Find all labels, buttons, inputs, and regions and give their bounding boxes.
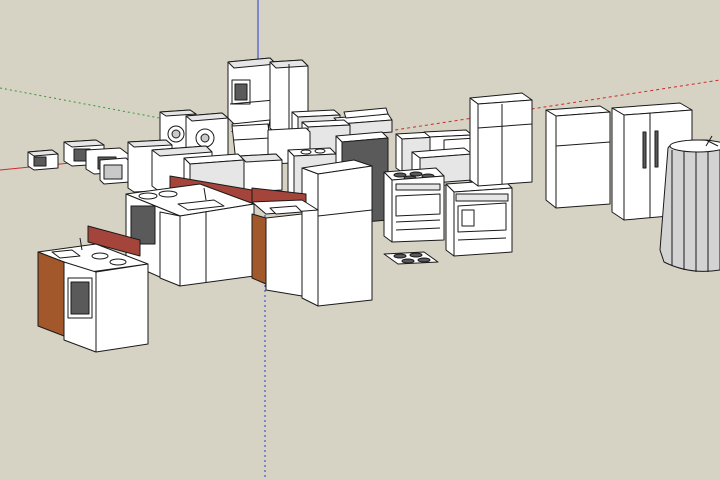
cylinder-refrigerator[interactable]: [659, 135, 720, 272]
range-sink-front-left[interactable]: [37, 225, 149, 353]
cooktop-burner-panel[interactable]: [383, 251, 439, 265]
tall-microwave-tower[interactable]: [227, 57, 277, 135]
model-scene[interactable]: [0, 0, 720, 480]
refrigerator-top-freezer-2[interactable]: [545, 105, 611, 209]
tall-fridge-front-center[interactable]: [301, 159, 373, 307]
microwave-center[interactable]: [239, 153, 283, 193]
microwave-small[interactable]: [27, 149, 59, 171]
refrigerator-top-freezer-1[interactable]: [469, 92, 533, 187]
3d-modeling-viewport[interactable]: [0, 0, 720, 480]
electric-range-coil[interactable]: [383, 167, 445, 243]
dishwasher-back[interactable]: [99, 157, 131, 185]
